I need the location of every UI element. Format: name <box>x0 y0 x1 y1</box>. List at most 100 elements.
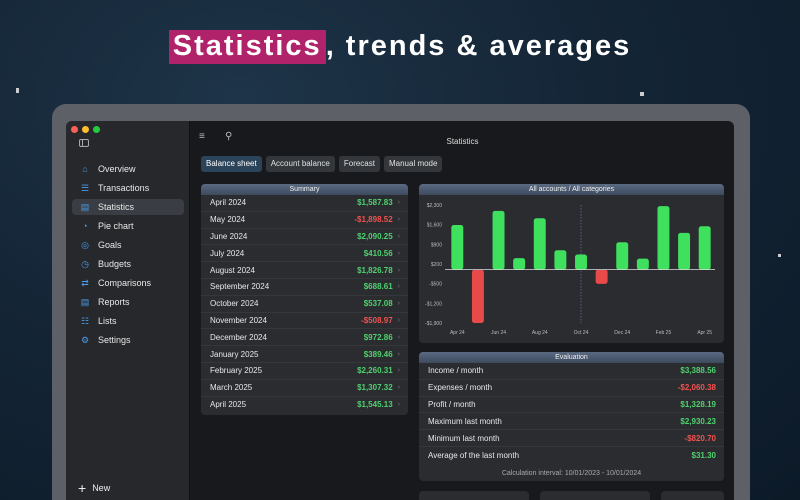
summary-value: $972.86 <box>363 332 393 342</box>
summary-row[interactable]: July 2024 $410.56 › <box>201 245 408 263</box>
summary-row[interactable]: December 2024 $972.86 › <box>201 329 408 347</box>
main-content: ≡ ⚲ Statistics Balance sheet Account bala… <box>191 121 734 500</box>
summary-value: $1,545.13 <box>357 400 393 410</box>
view-tabs: Balance sheet Account balance Forecast Manu… <box>201 156 443 172</box>
summary-row[interactable]: February 2025 $2,260.31 › <box>201 363 408 380</box>
tab-forecast[interactable]: Forecast <box>338 156 380 172</box>
sidebar-item-goals[interactable]: ◎ Goals <box>72 237 184 253</box>
chart-bar <box>678 232 691 270</box>
summary-row[interactable]: October 2024 $537.08 › <box>201 296 408 313</box>
y-tick-label: -$500 <box>429 282 442 288</box>
zoom-window-button[interactable] <box>93 126 100 133</box>
sidebar: ⌂ Overview ☰ Transactions ▤ Statistics ◔ Pie ch… <box>66 121 190 500</box>
summary-month: May 2024 <box>210 215 246 225</box>
sidebar-item-overview[interactable]: ⌂ Overview <box>72 161 184 177</box>
balance-bar-chart: $2,300 $1,600 $900 $200 -$500 -$1,200 -$1,900 A… <box>425 203 715 336</box>
summary-row[interactable]: May 2024 -$1,898.52 › <box>201 212 408 229</box>
chevron-right-icon: › <box>397 216 400 224</box>
background-speck <box>16 88 19 93</box>
sidebar-item-lists[interactable]: ☷ Lists <box>72 313 184 329</box>
summary-row[interactable]: January 2025 $389.46 › <box>201 346 408 363</box>
summary-row[interactable]: June 2024 $2,090.25 › <box>201 229 408 246</box>
evaluation-value: $2,930.23 <box>680 416 716 426</box>
x-tick-label: Aug 24 <box>532 330 548 336</box>
evaluation-panel: Evaluation Income / month $3,388.56 Expens… <box>419 352 724 481</box>
chart-title: All accounts / All categories <box>419 184 724 195</box>
summary-month: February 2025 <box>210 366 263 376</box>
sidebar-item-label: Lists <box>98 316 117 326</box>
summary-month: November 2024 <box>210 315 267 325</box>
minimize-window-button[interactable] <box>82 126 89 133</box>
headline-highlight: Statistics <box>168 30 326 64</box>
chart-bar <box>513 258 526 270</box>
sidebar-item-label: Reports <box>98 297 130 307</box>
summary-row[interactable]: March 2025 $1,307.32 › <box>201 380 408 397</box>
pie-chart-icon: ◔ <box>82 221 88 231</box>
summary-month: July 2024 <box>210 248 245 258</box>
sidebar-item-label: Statistics <box>98 202 135 212</box>
x-tick-label: Apr 25 <box>697 330 712 336</box>
sidebar-item-settings[interactable]: ⚙ Settings <box>72 332 184 348</box>
headline-rest: , trends & averages <box>325 30 632 62</box>
chart-bar <box>492 210 505 270</box>
summary-value: $2,260.31 <box>357 366 393 376</box>
summary-month: August 2024 <box>210 265 255 275</box>
sidebar-item-statistics[interactable]: ▤ Statistics <box>72 199 184 215</box>
document-icon: ▤ <box>80 296 90 307</box>
summary-row[interactable]: August 2024 $1,826.78 › <box>201 262 408 279</box>
chart-bar <box>616 242 629 270</box>
sidebar-item-pie-chart[interactable]: ◔ Pie chart <box>72 218 184 234</box>
chevron-right-icon: › <box>397 401 400 409</box>
sidebar-item-reports[interactable]: ▤ Reports <box>72 294 184 310</box>
evaluation-title: Evaluation <box>419 352 724 363</box>
summary-value: $1,307.32 <box>357 383 393 393</box>
toolbar: ≡ ⚲ Statistics <box>191 121 734 151</box>
bar-chart-icon: ▤ <box>80 201 90 212</box>
chevron-right-icon: › <box>397 199 400 207</box>
chevron-right-icon: › <box>397 283 400 291</box>
tab-balance-sheet[interactable]: Balance sheet <box>201 156 262 172</box>
evaluation-row: Income / month $3,388.56 <box>419 363 724 380</box>
summary-month: April 2025 <box>210 400 247 410</box>
new-button[interactable]: + New <box>78 480 110 496</box>
compare-icon: ⇄ <box>81 277 89 288</box>
close-window-button[interactable] <box>71 126 78 133</box>
summary-month: October 2024 <box>210 299 259 309</box>
background-speck <box>778 254 781 257</box>
summary-row[interactable]: April 2025 $1,545.13 › <box>201 397 408 414</box>
summary-row[interactable]: November 2024 -$508.97 › <box>201 313 408 330</box>
tab-manual-mode[interactable]: Manual mode <box>383 156 443 172</box>
summary-row[interactable]: September 2024 $688.61 › <box>201 279 408 296</box>
chart-bar <box>595 269 608 284</box>
sidebar-item-transactions[interactable]: ☰ Transactions <box>72 180 184 196</box>
window-title: Statistics <box>446 137 479 146</box>
chart-bar <box>533 218 546 270</box>
evaluation-row: Expenses / month -$2,060.38 <box>419 380 724 397</box>
evaluation-row: Minimum last month -$820.70 <box>419 430 724 447</box>
headline: Statistics, trends & averages <box>0 30 800 64</box>
summary-value: $2,090.25 <box>357 231 393 241</box>
summary-value: $389.46 <box>363 349 393 359</box>
tab-account-balance[interactable]: Account balance <box>265 156 335 172</box>
summary-value: $688.61 <box>363 282 393 292</box>
summary-row[interactable]: April 2024 $1,587.83 › <box>201 195 408 212</box>
evaluation-label: Maximum last month <box>428 416 502 426</box>
sidebar-toggle-icon[interactable] <box>79 139 89 147</box>
sidebar-item-comparisons[interactable]: ⇄ Comparisons <box>72 275 184 291</box>
chevron-right-icon: › <box>397 333 400 341</box>
summary-month: June 2024 <box>210 231 248 241</box>
gear-icon: ⚙ <box>80 334 90 345</box>
chart-panel: All accounts / All categories $2,300 $1,6… <box>419 184 724 343</box>
y-tick-label: $200 <box>431 262 442 268</box>
summary-value: $1,826.78 <box>357 265 393 275</box>
summary-value: -$508.97 <box>361 315 393 325</box>
panel-stub <box>419 491 529 500</box>
sidebar-nav: ⌂ Overview ☰ Transactions ▤ Statistics ◔ Pie ch… <box>72 161 184 351</box>
sidebar-item-budgets[interactable]: ◷ Budgets <box>72 256 184 272</box>
x-tick-label: Apr 24 <box>450 330 465 336</box>
y-tick-label: $900 <box>431 242 442 248</box>
app-window: ⌂ Overview ☰ Transactions ▤ Statistics ◔ Pie ch… <box>66 121 734 500</box>
summary-month: December 2024 <box>210 332 267 342</box>
evaluation-list: Income / month $3,388.56 Expenses / month -… <box>419 363 724 464</box>
summary-title: Summary <box>201 184 408 195</box>
